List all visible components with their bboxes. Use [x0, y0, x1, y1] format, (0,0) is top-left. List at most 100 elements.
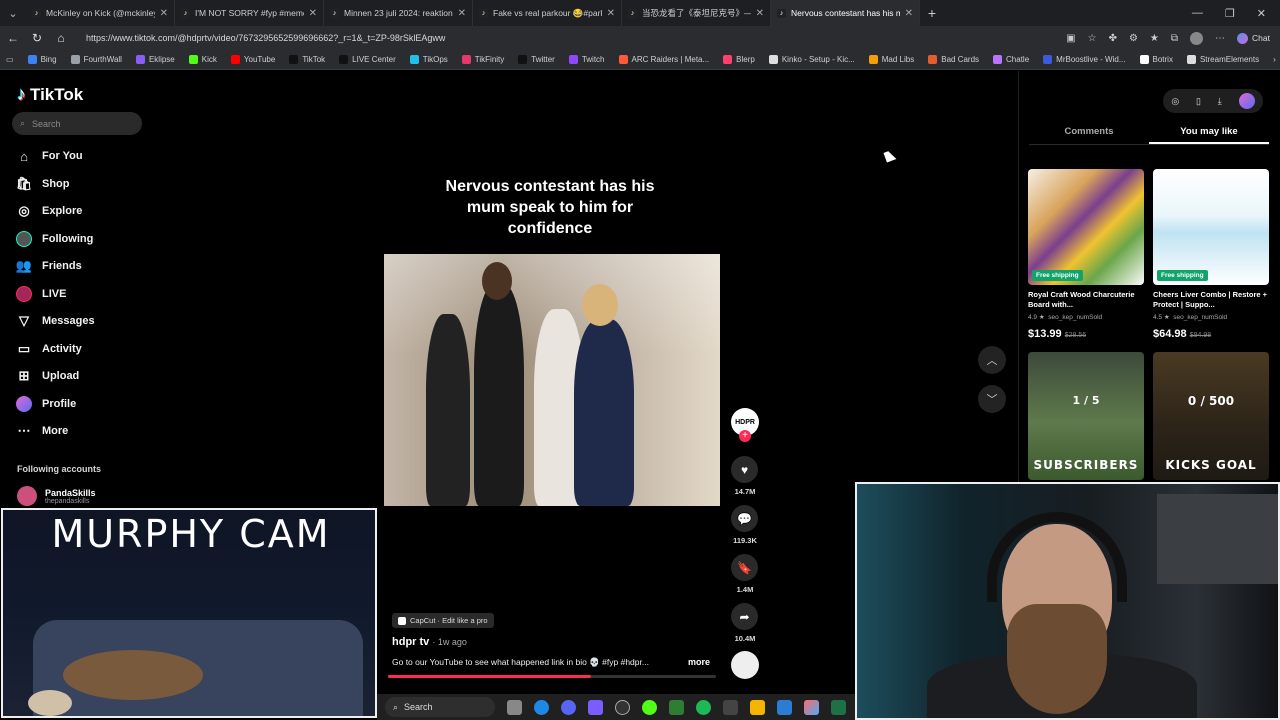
recommended-video-thumb[interactable]: 0 / 500 KICKS GOAL: [1153, 352, 1269, 480]
tab-you-may-like[interactable]: You may like: [1149, 124, 1269, 144]
edge-icon[interactable]: [534, 699, 549, 715]
tab-close-icon[interactable]: ✕: [160, 8, 168, 19]
bookmark-item[interactable]: ARC Raiders | Meta...: [618, 55, 709, 64]
bookmark-item[interactable]: TikFinity: [461, 55, 504, 64]
bookmark-icon[interactable]: 🔖: [731, 554, 758, 581]
browser-tab[interactable]: ♪ Nervous contestant has his mum s ✕: [771, 0, 920, 26]
bookmark-item[interactable]: Botrix: [1139, 55, 1173, 64]
bookmark-item[interactable]: Mad Libs: [868, 55, 914, 64]
taskbar-search[interactable]: ⌕ Search: [385, 697, 495, 717]
tab-close-icon[interactable]: ✕: [309, 8, 317, 19]
spotify-icon[interactable]: [696, 699, 711, 715]
more-bookmarks-chevron-icon[interactable]: ›: [1273, 55, 1280, 64]
bookmark-item[interactable]: LIVE Center: [339, 55, 396, 64]
profile-avatar-icon[interactable]: [1190, 31, 1204, 45]
tab-list-chevron-icon[interactable]: ⌄: [0, 0, 26, 26]
device-icon[interactable]: ▯: [1196, 96, 1201, 107]
tab-action-icon[interactable]: ▣: [1066, 33, 1075, 44]
creator-avatar-button[interactable]: HDPR +: [731, 408, 759, 442]
tiktok-logo[interactable]: ♪ TikTok: [17, 84, 83, 105]
settings-more-icon[interactable]: ⋯: [1215, 33, 1225, 44]
video-player[interactable]: [384, 254, 720, 506]
nav-item-messages[interactable]: ▽ Messages: [16, 313, 95, 329]
minimize-icon[interactable]: —: [1192, 7, 1203, 20]
heart-icon[interactable]: ♥: [731, 456, 758, 483]
task-view-icon[interactable]: [507, 699, 522, 715]
bookmark-item[interactable]: YouTube: [230, 55, 275, 64]
speed-icon[interactable]: ◎: [1171, 96, 1179, 107]
copilot-icon[interactable]: ⚙: [1129, 33, 1138, 44]
favorite-star-icon[interactable]: ☆: [1088, 33, 1097, 44]
browser-tab[interactable]: ♪ 当恐龙看了《泰坦尼克号》——非 ✕: [622, 0, 771, 26]
user-avatar-icon[interactable]: [1238, 93, 1255, 109]
capcut-promo[interactable]: CapCut · Edit like a pro: [392, 613, 494, 628]
url-field[interactable]: https://www.tiktok.com/@hdprtv/video/767…: [86, 33, 1056, 43]
video-author[interactable]: hdpr tv · 1w ago: [392, 636, 467, 648]
collections-icon[interactable]: ⧉: [1171, 33, 1178, 44]
browser-tab[interactable]: ♪ Minnen 23 juli 2024: reaktioner o ✕: [324, 0, 473, 26]
next-video-chevron-down-icon[interactable]: ﹀: [978, 385, 1006, 413]
file-explorer-icon[interactable]: [750, 699, 765, 715]
like-action[interactable]: ♥ 14.7M: [731, 456, 759, 496]
sound-disc-button[interactable]: [731, 651, 759, 679]
bookmark-item[interactable]: TikTok: [289, 55, 325, 64]
nav-item-shop[interactable]: 🛍 Shop: [16, 176, 70, 192]
bookmark-item[interactable]: Bad Cards: [928, 55, 979, 64]
maximize-icon[interactable]: ❐: [1225, 7, 1235, 20]
notepad-icon[interactable]: [777, 699, 792, 715]
photos-icon[interactable]: [804, 699, 819, 715]
follow-plus-icon[interactable]: +: [739, 430, 751, 442]
steam-icon[interactable]: [723, 699, 738, 715]
save-action[interactable]: 🔖 1.4M: [731, 554, 759, 594]
comment-icon[interactable]: 💬: [731, 505, 758, 532]
tab-close-icon[interactable]: ✕: [607, 8, 615, 19]
bookmark-item[interactable]: Twitter: [518, 55, 555, 64]
nav-item-profile[interactable]: Profile: [16, 395, 76, 412]
bookmark-item[interactable]: Twitch: [568, 55, 605, 64]
extensions-icon[interactable]: ✤: [1109, 33, 1117, 44]
search-input[interactable]: ⌕ Search: [12, 112, 142, 135]
recommended-video-thumb[interactable]: 1 / 5 SUBSCRIBERS: [1028, 352, 1144, 480]
app-grid-icon[interactable]: [588, 699, 603, 715]
nav-item-activity[interactable]: ▭ Activity: [16, 341, 82, 357]
new-tab-button[interactable]: +: [920, 0, 944, 26]
nav-item-explore[interactable]: ◎ Explore: [16, 203, 82, 219]
home-icon[interactable]: ⌂: [54, 31, 68, 45]
favorites-icon[interactable]: ★: [1150, 33, 1159, 44]
product-card[interactable]: Free shipping Cheers Liver Combo | Resto…: [1153, 169, 1269, 340]
tab-close-icon[interactable]: ✕: [756, 8, 764, 19]
chat-button[interactable]: Chat: [1237, 32, 1270, 44]
bookmark-item[interactable]: Kick: [188, 55, 217, 64]
kick-app-icon[interactable]: [642, 699, 657, 715]
bookmark-item[interactable]: StreamElements: [1186, 55, 1259, 64]
obs-icon[interactable]: [615, 699, 630, 715]
reload-icon[interactable]: ↻: [30, 31, 44, 45]
tab-close-icon[interactable]: ✕: [905, 8, 913, 19]
bookmark-item[interactable]: Eklipse: [135, 55, 175, 64]
following-account-item[interactable]: PandaSkills thepandaskills: [17, 486, 96, 506]
browser-tab[interactable]: ♪ I'M NOT SORRY #fyp #meme #m ✕: [175, 0, 324, 26]
browser-tab[interactable]: ♪ Fake vs real parkour 😂#parkour ✕: [473, 0, 622, 26]
back-icon[interactable]: ←: [6, 31, 20, 45]
bookmark-item[interactable]: MrBoostlive - Wid...: [1043, 55, 1126, 64]
comment-action[interactable]: 💬 119.3K: [731, 505, 759, 545]
bookmark-item[interactable]: TikOps: [409, 55, 448, 64]
tab-comments[interactable]: Comments: [1029, 124, 1149, 144]
bookmark-item[interactable]: Kinko - Setup - Kic...: [768, 55, 855, 64]
bookmark-item[interactable]: Chatle: [993, 55, 1029, 64]
download-icon[interactable]: ⤓: [1218, 96, 1222, 107]
video-progress-bar[interactable]: [388, 675, 716, 678]
nav-item-more[interactable]: ⋯ More: [16, 423, 69, 439]
bookmark-item[interactable]: FourthWall: [70, 55, 122, 64]
nav-item-friends[interactable]: 👥 Friends: [16, 258, 82, 274]
nav-item-for-you[interactable]: ⌂ For You: [16, 148, 82, 164]
reading-list-icon[interactable]: ▭: [6, 55, 14, 64]
bookmark-item[interactable]: Blerp: [723, 55, 755, 64]
tab-close-icon[interactable]: ✕: [458, 8, 466, 19]
previous-video-chevron-up-icon[interactable]: ︿: [978, 346, 1006, 374]
excel-icon[interactable]: [831, 699, 846, 715]
more-button[interactable]: more: [688, 657, 710, 667]
nav-item-following[interactable]: Following: [16, 230, 93, 247]
product-card[interactable]: Free shipping Royal Craft Wood Charcuter…: [1028, 169, 1144, 340]
image-app-icon[interactable]: [669, 699, 684, 715]
